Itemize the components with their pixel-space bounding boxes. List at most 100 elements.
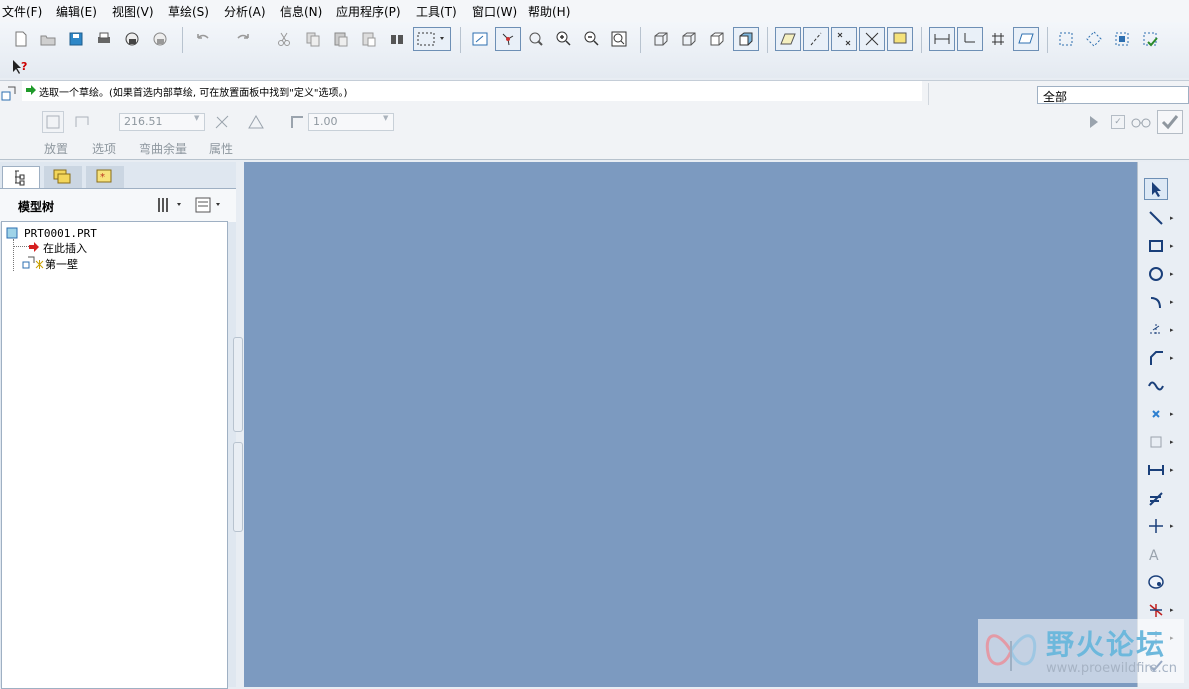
palette-icon[interactable] — [1144, 571, 1168, 593]
dimension-menu-arrow[interactable]: ▸ — [1170, 466, 1174, 474]
redo-icon[interactable] — [232, 28, 254, 50]
menu-sketch[interactable]: 草绘(S) — [168, 3, 209, 20]
menu-help[interactable]: 帮助(H) — [528, 3, 570, 20]
sketch-constraints-icon[interactable] — [957, 27, 983, 51]
fillet-icon[interactable] — [1144, 319, 1168, 341]
cut-icon[interactable] — [273, 28, 295, 50]
find-icon[interactable] — [386, 28, 408, 50]
filter-dropdown[interactable]: 全部 — [1037, 86, 1189, 104]
chamfer-menu-arrow[interactable]: ▸ — [1170, 354, 1174, 362]
menu-view[interactable]: 视图(V) — [112, 3, 154, 20]
tab-favorites[interactable]: * — [86, 166, 124, 188]
verify-glasses-icon[interactable] — [1130, 113, 1152, 131]
tab-model-tree[interactable] — [2, 166, 40, 188]
datum-axes-icon[interactable] — [803, 27, 829, 51]
orient-mode-icon[interactable] — [525, 28, 547, 50]
select-box-icon[interactable] — [413, 27, 451, 51]
annotations-icon[interactable] — [887, 27, 913, 51]
panel-splitter-handle[interactable] — [233, 442, 243, 532]
rectangle-menu-arrow[interactable]: ▸ — [1170, 242, 1174, 250]
tree-item-part[interactable]: PRT0001.PRT — [24, 227, 97, 240]
tree-item-first-wall[interactable]: 第一壁 — [45, 256, 78, 272]
apply-button[interactable] — [1157, 110, 1183, 134]
wall-side-icon[interactable] — [73, 113, 91, 131]
rectangle-icon[interactable] — [1144, 235, 1168, 257]
datum-points-icon[interactable] — [831, 27, 857, 51]
paste-special-icon[interactable] — [358, 28, 380, 50]
modify-icon[interactable] — [1144, 487, 1168, 509]
chamfer-icon[interactable] — [1144, 347, 1168, 369]
tab-bend-allowance[interactable]: 弯曲余量 — [139, 140, 187, 157]
no-hidden-icon[interactable] — [706, 28, 728, 50]
menu-info[interactable]: 信息(N) — [280, 3, 322, 20]
refit-icon[interactable] — [608, 28, 630, 50]
constraint-icon[interactable] — [1144, 515, 1168, 537]
graphics-window[interactable] — [244, 162, 1137, 687]
sketch-vertices-icon[interactable] — [1013, 27, 1039, 51]
select-query-icon[interactable] — [1111, 28, 1133, 50]
select-filter-icon[interactable] — [1083, 28, 1105, 50]
panel-splitter-handle[interactable] — [233, 337, 243, 432]
sketch-dimensions-icon[interactable] — [929, 27, 955, 51]
select-done-icon[interactable] — [1139, 28, 1161, 50]
tab-placement[interactable]: 放置 — [44, 140, 68, 157]
line-menu-arrow[interactable]: ▸ — [1170, 214, 1174, 222]
point-icon[interactable] — [1144, 403, 1168, 425]
dimension-icon[interactable] — [1144, 459, 1168, 481]
shading-icon[interactable] — [733, 27, 759, 51]
fillet-menu-arrow[interactable]: ▸ — [1170, 326, 1174, 334]
datum-planes-icon[interactable] — [775, 27, 801, 51]
repaint-icon[interactable] — [469, 28, 491, 50]
paste-icon[interactable] — [330, 28, 352, 50]
wireframe-icon[interactable] — [650, 28, 672, 50]
tree-show-icon[interactable] — [193, 195, 225, 215]
select-all-icon[interactable] — [1055, 28, 1077, 50]
play-icon[interactable] — [1088, 115, 1100, 129]
open-folder-icon[interactable] — [37, 28, 59, 50]
print-icon[interactable] — [93, 28, 115, 50]
sketch-placement-icon[interactable] — [42, 111, 64, 133]
menu-analysis[interactable]: 分析(A) — [224, 3, 266, 20]
thickness-input[interactable]: 216.51 — [119, 113, 205, 131]
zoom-in-icon[interactable] — [553, 28, 575, 50]
sketch-grid-icon[interactable] — [985, 27, 1011, 51]
menu-applications[interactable]: 应用程序(P) — [336, 3, 401, 20]
select-arrow-icon[interactable] — [1144, 178, 1168, 200]
use-edge-icon[interactable] — [1144, 431, 1168, 453]
constraint-menu-arrow[interactable]: ▸ — [1170, 522, 1174, 530]
tab-options[interactable]: 选项 — [92, 140, 116, 157]
preview-checkbox[interactable]: ✓ — [1111, 115, 1125, 129]
text-icon[interactable]: A — [1144, 543, 1168, 565]
bend-radius-input[interactable]: 1.00 — [308, 113, 394, 131]
tab-folder-browser[interactable] — [44, 166, 82, 188]
thickness-dropdown-arrow[interactable]: ▼ — [194, 114, 199, 122]
circle-icon[interactable] — [1144, 263, 1168, 285]
circle-menu-arrow[interactable]: ▸ — [1170, 270, 1174, 278]
menu-file[interactable]: 文件(F) — [2, 3, 42, 20]
menu-window[interactable]: 窗口(W) — [472, 3, 517, 20]
bend-radius-icon[interactable] — [288, 113, 306, 131]
point-menu-arrow[interactable]: ▸ — [1170, 410, 1174, 418]
send-link-icon[interactable] — [149, 28, 171, 50]
flip-thickness-icon[interactable] — [213, 113, 231, 131]
arc-icon[interactable] — [1144, 291, 1168, 313]
coordinate-systems-icon[interactable] — [859, 27, 885, 51]
spin-center-icon[interactable] — [495, 27, 521, 51]
context-help-icon[interactable]: ? — [8, 56, 30, 78]
hidden-line-icon[interactable] — [678, 28, 700, 50]
use-edge-menu-arrow[interactable]: ▸ — [1170, 438, 1174, 446]
send-mail-icon[interactable] — [121, 28, 143, 50]
tree-settings-icon[interactable] — [155, 195, 185, 215]
arc-menu-arrow[interactable]: ▸ — [1170, 298, 1174, 306]
spline-icon[interactable] — [1144, 375, 1168, 397]
tab-properties[interactable]: 属性 — [209, 140, 233, 157]
trim-icon[interactable] — [1144, 599, 1168, 621]
bend-relief-icon[interactable] — [246, 113, 266, 131]
bend-radius-dropdown-arrow[interactable]: ▼ — [383, 114, 388, 122]
undo-icon[interactable] — [192, 28, 214, 50]
trim-menu-arrow[interactable]: ▸ — [1170, 606, 1174, 614]
save-icon[interactable] — [65, 28, 87, 50]
copy-icon[interactable] — [302, 28, 324, 50]
tree-item-insert-here[interactable]: 在此插入 — [43, 240, 87, 256]
new-file-icon[interactable] — [10, 28, 32, 50]
